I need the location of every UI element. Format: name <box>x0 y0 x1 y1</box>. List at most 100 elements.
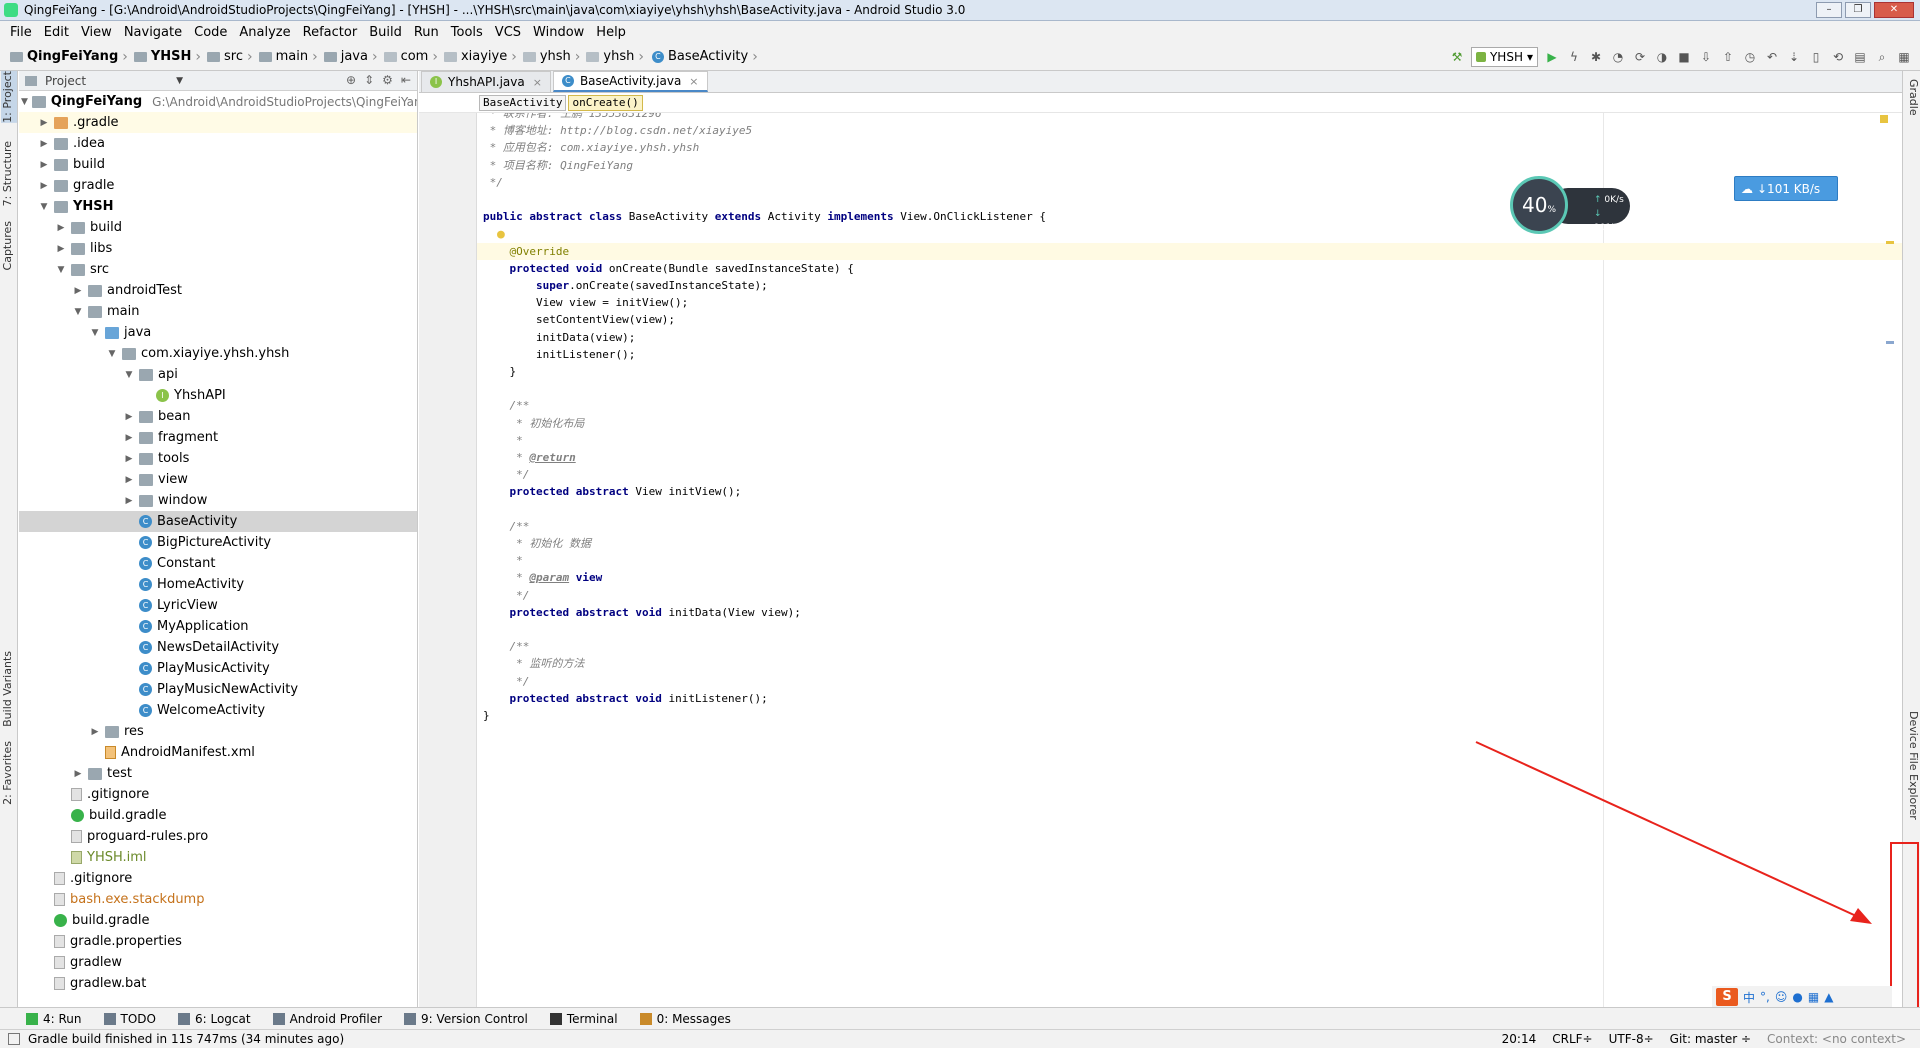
chevron-down-icon[interactable]: ▼ <box>106 349 118 359</box>
avd-manager-icon[interactable]: ▯ <box>1808 49 1824 65</box>
tree-item[interactable]: ▶ tools <box>19 448 417 469</box>
stop-icon[interactable]: ■ <box>1676 49 1692 65</box>
chevron-right-icon[interactable]: ▶ <box>55 244 67 254</box>
close-icon[interactable]: × <box>689 75 698 88</box>
apply-changes-icon[interactable]: ϟ <box>1566 49 1582 65</box>
menu-tools[interactable]: Tools <box>445 25 489 40</box>
editor-tab[interactable]: C BaseActivity.java × <box>552 71 708 92</box>
code-line[interactable]: 34 protected abstract View initView(); <box>477 483 1902 500</box>
code-line[interactable]: 33 */ <box>477 466 1902 483</box>
tree-item[interactable]: build.gradle <box>19 910 417 931</box>
code-line[interactable]: 38 * <box>477 552 1902 569</box>
chevron-right-icon[interactable]: ▶ <box>123 454 135 464</box>
revert-icon[interactable]: ↶ <box>1764 49 1780 65</box>
tool-window-terminal[interactable]: Terminal <box>549 1012 618 1026</box>
chevron-right-icon[interactable]: ▶ <box>72 286 84 296</box>
tree-item[interactable]: ▶ test <box>19 763 417 784</box>
tree-item[interactable]: ▶ fragment <box>19 427 417 448</box>
code-line[interactable]: 19● <box>477 225 1902 242</box>
menu-build[interactable]: Build <box>363 25 408 40</box>
code-line[interactable]: 47} <box>477 707 1902 724</box>
code-line[interactable]: 23 View view = initView(); <box>477 294 1902 311</box>
network-speed-widget[interactable]: ↑ 0K/s ↓ 101K/s 40% <box>1510 176 1630 236</box>
code-line[interactable]: 20 @Override <box>477 242 1902 260</box>
code-line[interactable]: 41 protected abstract void initData(View… <box>477 604 1902 621</box>
breadcrumb-item[interactable]: yhsh › <box>584 49 648 65</box>
breadcrumb-item[interactable]: YHSH › <box>132 49 205 65</box>
code-line[interactable]: 44 * 监听的方法 <box>477 655 1902 672</box>
error-stripe-mark[interactable] <box>1886 241 1894 244</box>
chevron-down-icon[interactable]: ▼ <box>123 370 135 380</box>
line-separator[interactable]: CRLF÷ <box>1552 1032 1592 1046</box>
chevron-right-icon[interactable]: ▶ <box>123 412 135 422</box>
tree-item[interactable]: C WelcomeActivity <box>19 700 417 721</box>
context-indicator[interactable]: Context: <no context> <box>1767 1032 1906 1046</box>
attach-debugger-icon[interactable]: ⟳ <box>1632 49 1648 65</box>
code-line[interactable]: 22 super.onCreate(savedInstanceState); <box>477 277 1902 294</box>
tree-item[interactable]: C PlayMusicActivity <box>19 658 417 679</box>
ime-punctuation[interactable]: °, <box>1760 990 1770 1004</box>
menu-edit[interactable]: Edit <box>38 25 75 40</box>
vcs-update-icon[interactable]: ⇩ <box>1698 49 1714 65</box>
tree-item[interactable]: C Constant <box>19 553 417 574</box>
error-stripe-mark[interactable] <box>1886 341 1894 344</box>
tool-window-0-messages[interactable]: 0: Messages <box>639 1012 731 1026</box>
tool-tab-captures[interactable]: Captures <box>1 221 17 270</box>
chevron-right-icon[interactable]: ▶ <box>38 139 50 149</box>
project-tree[interactable]: ▼ QingFeiYang G:\Android\AndroidStudioProj… <box>19 91 417 994</box>
code-line[interactable]: 28 <box>477 380 1902 397</box>
tree-item[interactable]: ▶ bean <box>19 406 417 427</box>
history-icon[interactable]: ◷ <box>1742 49 1758 65</box>
breadcrumb-item[interactable]: com › <box>382 49 442 65</box>
tree-item[interactable]: ▶ androidTest <box>19 280 417 301</box>
tool-tab-1-project[interactable]: 1: Project <box>1 71 17 123</box>
tree-item[interactable]: YHSH.iml <box>19 847 417 868</box>
breadcrumb-item[interactable]: main › <box>257 49 322 65</box>
tree-item[interactable]: ▼ YHSH <box>19 196 417 217</box>
menu-window[interactable]: Window <box>527 25 590 40</box>
menu-refactor[interactable]: Refactor <box>297 25 364 40</box>
chevron-right-icon[interactable]: ▶ <box>55 223 67 233</box>
tool-windows-toggle-icon[interactable] <box>8 1033 20 1045</box>
tree-item[interactable]: ▶ view <box>19 469 417 490</box>
tree-item[interactable]: gradlew.bat <box>19 973 417 994</box>
hide-panel-icon[interactable]: ⇤ <box>401 73 411 87</box>
tool-window-9-version-control[interactable]: 9: Version Control <box>404 1012 528 1026</box>
tree-item[interactable]: C NewsDetailActivity <box>19 637 417 658</box>
sdk-manager-icon[interactable]: ⇣ <box>1786 49 1802 65</box>
code-line[interactable]: 26 initListener(); <box>477 346 1902 363</box>
status-message[interactable]: Gradle build finished in 11s 747ms (34 m… <box>28 1032 344 1046</box>
tree-item[interactable]: ▼ java <box>19 322 417 343</box>
breadcrumb-item[interactable]: yhsh › <box>521 49 585 65</box>
search-icon[interactable]: ⌕ <box>1874 49 1890 65</box>
sync-icon[interactable]: ⟲ <box>1830 49 1846 65</box>
tree-item[interactable]: C BaseActivity <box>19 511 417 532</box>
ime-language[interactable]: 中 <box>1743 989 1755 1006</box>
code-line[interactable]: 27 } <box>477 363 1902 380</box>
menu-vcs[interactable]: VCS <box>489 25 527 40</box>
editor-tab[interactable]: I YhshAPI.java × <box>421 71 551 92</box>
code-line[interactable]: 14 * 应用包名: com.xiayiye.yhsh.yhsh <box>477 139 1902 156</box>
tool-tab-2-favorites[interactable]: 2: Favorites <box>1 741 17 805</box>
code-line[interactable]: 13 * 博客地址: http://blog.csdn.net/xiayiye5 <box>477 122 1902 139</box>
tree-item[interactable]: .gitignore <box>19 784 417 805</box>
code-line[interactable]: 45 */ <box>477 673 1902 690</box>
tree-item[interactable]: .gitignore <box>19 868 417 889</box>
close-button[interactable]: ✕ <box>1874 2 1914 18</box>
tree-item[interactable]: ▶ libs <box>19 238 417 259</box>
tree-item[interactable]: C MyApplication <box>19 616 417 637</box>
layout-icon[interactable]: ▦ <box>1896 49 1912 65</box>
emoji-icon[interactable]: ☺ <box>1775 990 1788 1004</box>
code-line[interactable]: 30 * 初始化布局 <box>477 415 1902 432</box>
tree-item[interactable]: proguard-rules.pro <box>19 826 417 847</box>
coverage-icon[interactable]: ◑ <box>1654 49 1670 65</box>
tree-item[interactable]: C PlayMusicNewActivity <box>19 679 417 700</box>
code-breadcrumb-item[interactable]: onCreate() <box>568 94 643 111</box>
tool-window-todo[interactable]: TODO <box>103 1012 156 1026</box>
chevron-down-icon[interactable]: ▼ <box>72 307 84 317</box>
tree-item[interactable]: C HomeActivity <box>19 574 417 595</box>
code-line[interactable]: 21 protected void onCreate(Bundle savedI… <box>477 260 1902 277</box>
tree-item[interactable]: AndroidManifest.xml <box>19 742 417 763</box>
tree-item[interactable]: ▼ QingFeiYang G:\Android\AndroidStudioProj… <box>19 91 417 112</box>
code-line[interactable]: 36 /** <box>477 518 1902 535</box>
